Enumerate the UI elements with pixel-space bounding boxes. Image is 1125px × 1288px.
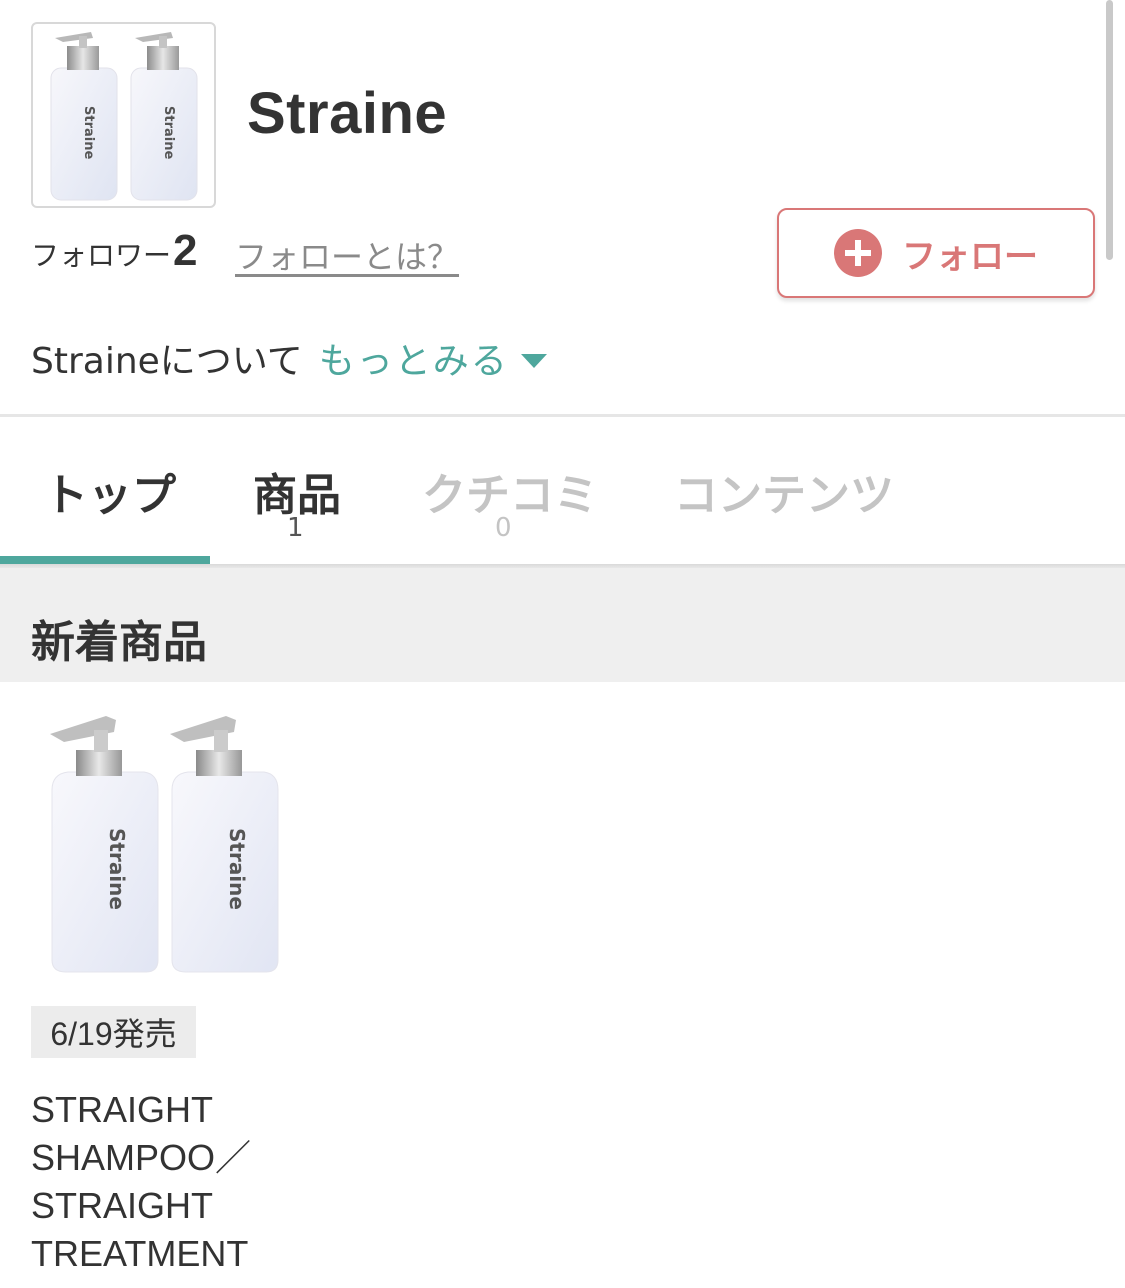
follower-label: フォロワー (31, 239, 172, 272)
see-more-link[interactable]: もっとみる (319, 332, 509, 384)
active-tab-indicator (0, 556, 210, 564)
tab-count: 0 (495, 513, 512, 543)
svg-text:Straine: Straine (105, 828, 129, 910)
page-scrollbar[interactable] (1106, 0, 1113, 260)
brand-logo-image: Straine Straine (31, 22, 216, 208)
shampoo-bottles-image: Straine Straine (50, 716, 279, 973)
tab-label: トップ (44, 470, 176, 521)
about-row: Straineについて もっとみる (31, 332, 547, 384)
follower-stats: フォロワー 2 (31, 226, 198, 276)
tab-products[interactable]: 商品 1 (210, 417, 380, 567)
svg-text:Straine: Straine (225, 828, 249, 910)
follow-button-label: フォロー (902, 236, 1038, 277)
follow-button[interactable]: フォロー (777, 208, 1095, 298)
section-title: 新着商品 (31, 617, 207, 668)
tab-label: コンテンツ (674, 470, 894, 521)
tab-bar: トップ 商品 1 クチコミ 0 コンテンツ (0, 417, 1125, 567)
svg-text:Straine: Straine (161, 106, 176, 159)
follower-count: 2 (173, 226, 198, 275)
tab-top[interactable]: トップ (0, 417, 210, 567)
tab-contents[interactable]: コンテンツ (630, 417, 930, 567)
about-label: Straineについて (31, 341, 303, 382)
brand-name: Straine (247, 81, 448, 146)
shampoo-bottles-image: Straine Straine (50, 32, 198, 201)
svg-text:Straine: Straine (81, 106, 96, 159)
plus-circle-icon (834, 229, 882, 277)
new-products-header: 新着商品 (0, 568, 1125, 682)
product-name-link[interactable]: STRAIGHT SHAMPOO／ STRAIGHT TREATMENT (31, 1086, 281, 1278)
tab-reviews[interactable]: クチコミ 0 (380, 417, 630, 567)
release-date-badge: 6/19発売 (31, 1006, 196, 1058)
caret-down-icon[interactable] (520, 354, 547, 368)
follow-help-link[interactable]: フォローとは？ (235, 232, 459, 278)
product-image[interactable]: Straine Straine (40, 710, 290, 980)
tab-count: 1 (287, 513, 304, 543)
